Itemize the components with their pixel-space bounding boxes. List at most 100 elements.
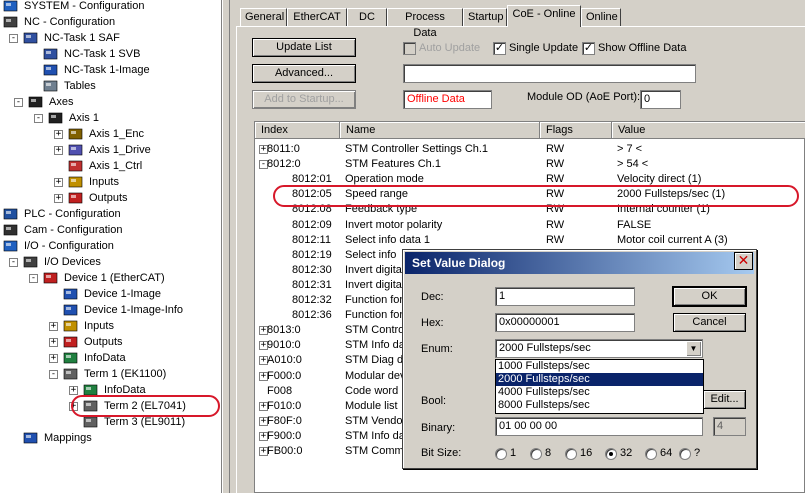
tree-item[interactable]: + Inputs [0, 318, 221, 334]
tree-item[interactable]: - Term 1 (EK1100) [0, 366, 221, 382]
table-row[interactable]: +8011:0 STM Controller Settings Ch.1 RW > 7… [255, 142, 805, 157]
tree-item[interactable]: -I/O - Configuration [0, 238, 221, 254]
show-offline-data-checkbox[interactable]: ✓ [582, 42, 595, 55]
table-row[interactable]: 8012:01 Operation mode RW Velocity direct (… [255, 172, 805, 187]
auto-update-checkbox[interactable] [403, 42, 416, 55]
tree-item[interactable]: - NC-Task 1 SAF [0, 30, 221, 46]
tree-item[interactable]: PLC - Configuration [0, 206, 221, 222]
tab-online[interactable]: Online [581, 8, 621, 26]
cell-value: Motor coil current A (3) [617, 233, 728, 246]
bitsize-radio-8[interactable] [530, 448, 542, 460]
expand-icon[interactable]: + [54, 130, 63, 139]
tree-item[interactable]: + InfoData [0, 382, 221, 398]
dec-input[interactable]: 1 [495, 287, 635, 306]
collapse-icon[interactable]: - [9, 34, 18, 43]
tree-item[interactable]: Tables [0, 78, 221, 94]
tree-item[interactable]: + InfoData [0, 350, 221, 366]
tree-item[interactable]: + Axis 1_Enc [0, 126, 221, 142]
col-header-value[interactable]: Value [612, 122, 805, 139]
table-row[interactable]: 8012:11 Select info data 1 RW Motor coil cu… [255, 233, 805, 248]
auto-update-label: Auto Update [419, 42, 481, 54]
collapse-icon[interactable]: - [34, 114, 43, 123]
cancel-button[interactable]: Cancel [673, 313, 746, 332]
update-list-button[interactable]: Update List [252, 38, 356, 57]
tree-item[interactable]: - Axes [0, 94, 221, 110]
bitsize-radio-label: 8 [545, 447, 552, 459]
tab-dc[interactable]: DC [347, 8, 387, 26]
expand-icon[interactable]: + [54, 194, 63, 203]
enum-option[interactable]: 4000 Fullsteps/sec [496, 386, 703, 399]
enum-option[interactable]: 1000 Fullsteps/sec [496, 360, 703, 373]
tree-item[interactable]: Device 1-Image-Info [0, 302, 221, 318]
tree-item[interactable]: Device 1-Image [0, 286, 221, 302]
tree-item[interactable]: + Inputs [0, 174, 221, 190]
tab-ethercat[interactable]: EtherCAT [287, 8, 347, 26]
single-update-checkbox[interactable]: ✓ [493, 42, 506, 55]
table-row[interactable]: 8012:09 Invert motor polarity RW FALSE [255, 218, 805, 233]
tree-item[interactable]: Mappings [0, 430, 221, 446]
tree-item[interactable]: Term 3 (EL9011) [0, 414, 221, 430]
tree-item[interactable]: - Device 1 (EtherCAT) [0, 270, 221, 286]
collapse-icon[interactable]: - [14, 98, 23, 107]
table-row[interactable]: -8012:0 STM Features Ch.1 RW > 54 < [255, 157, 805, 172]
binary-input[interactable]: 01 00 00 00 [495, 417, 703, 436]
tree-item[interactable]: + Term 2 (EL7041) [0, 398, 221, 414]
ok-button[interactable]: OK [673, 287, 746, 306]
chevron-down-icon[interactable]: ▼ [686, 341, 701, 356]
add-to-startup-button[interactable]: Add to Startup... [252, 90, 356, 109]
tree-item[interactable]: - I/O Devices [0, 254, 221, 270]
bitsize-radio-1[interactable] [495, 448, 507, 460]
axes-icon [28, 95, 44, 109]
enum-select[interactable]: 2000 Fullsteps/sec ▼ [495, 339, 703, 358]
expand-icon[interactable]: + [49, 338, 58, 347]
enum-option[interactable]: 8000 Fullsteps/sec [496, 399, 703, 412]
expand-icon[interactable]: + [69, 402, 78, 411]
enum-dropdown-list[interactable]: 1000 Fullsteps/sec 2000 Fullsteps/sec 4000… [495, 359, 704, 414]
tree-item[interactable]: -NC - Configuration [0, 14, 221, 30]
expand-icon[interactable]: + [54, 178, 63, 187]
advanced-button[interactable]: Advanced... [252, 64, 356, 83]
cell-index: 8012:0 [267, 158, 301, 171]
expand-icon[interactable]: + [49, 354, 58, 363]
expand-icon[interactable]: + [54, 146, 63, 155]
expand-icon[interactable]: + [49, 322, 58, 331]
project-tree[interactable]: +SYSTEM - Configuration-NC - Configurati… [0, 0, 222, 493]
table-row[interactable]: 8012:08 Feedback type RW Internal counter (… [255, 202, 805, 217]
col-header-name[interactable]: Name [340, 122, 540, 139]
tree-item[interactable]: NC-Task 1 SVB [0, 46, 221, 62]
col-header-flags[interactable]: Flags [540, 122, 612, 139]
collapse-icon[interactable]: - [29, 274, 38, 283]
tree-item[interactable]: +SYSTEM - Configuration [0, 0, 221, 14]
hex-input[interactable]: 0x00000001 [495, 313, 635, 332]
tree-item[interactable]: + Outputs [0, 190, 221, 206]
bitsize-radio-32[interactable] [605, 448, 617, 460]
col-header-index[interactable]: Index [255, 122, 340, 139]
close-icon[interactable]: ✕ [734, 252, 753, 270]
pane-splitter[interactable] [222, 0, 230, 493]
inputs-icon [68, 175, 84, 189]
collapse-icon[interactable]: - [9, 258, 18, 267]
bitsize-radio-16[interactable] [565, 448, 577, 460]
bitsize-radio-label: 64 [660, 447, 673, 459]
collapse-icon[interactable]: - [49, 370, 58, 379]
table-row[interactable]: 8012:05 Speed range RW 2000 Fullsteps/sec (… [255, 187, 805, 202]
expand-icon[interactable]: + [69, 386, 78, 395]
tree-item[interactable]: NC-Task 1-Image [0, 62, 221, 78]
tab-general[interactable]: General [240, 8, 287, 26]
tree-item-label: SYSTEM - Configuration [24, 0, 145, 12]
tab-process-data[interactable]: Process Data [387, 8, 463, 39]
tab-coe-online[interactable]: CoE - Online [507, 5, 581, 27]
tree-item[interactable]: Cam - Configuration [0, 222, 221, 238]
bitsize-radio-64[interactable] [645, 448, 657, 460]
tree-item[interactable]: + Axis 1_Drive [0, 142, 221, 158]
cell-flags: RW [546, 203, 565, 216]
tab-startup[interactable]: Startup [463, 8, 507, 26]
enum-option[interactable]: 2000 Fullsteps/sec [496, 373, 703, 386]
tree-item[interactable]: - Axis 1 [0, 110, 221, 126]
bitsize-radio-unknown[interactable] [679, 448, 691, 460]
edit-button[interactable]: Edit... [703, 390, 746, 409]
module-od-input[interactable]: 0 [640, 90, 681, 109]
tree-item-label: I/O Devices [44, 256, 101, 268]
tree-item[interactable]: Axis 1_Ctrl [0, 158, 221, 174]
tree-item[interactable]: + Outputs [0, 334, 221, 350]
